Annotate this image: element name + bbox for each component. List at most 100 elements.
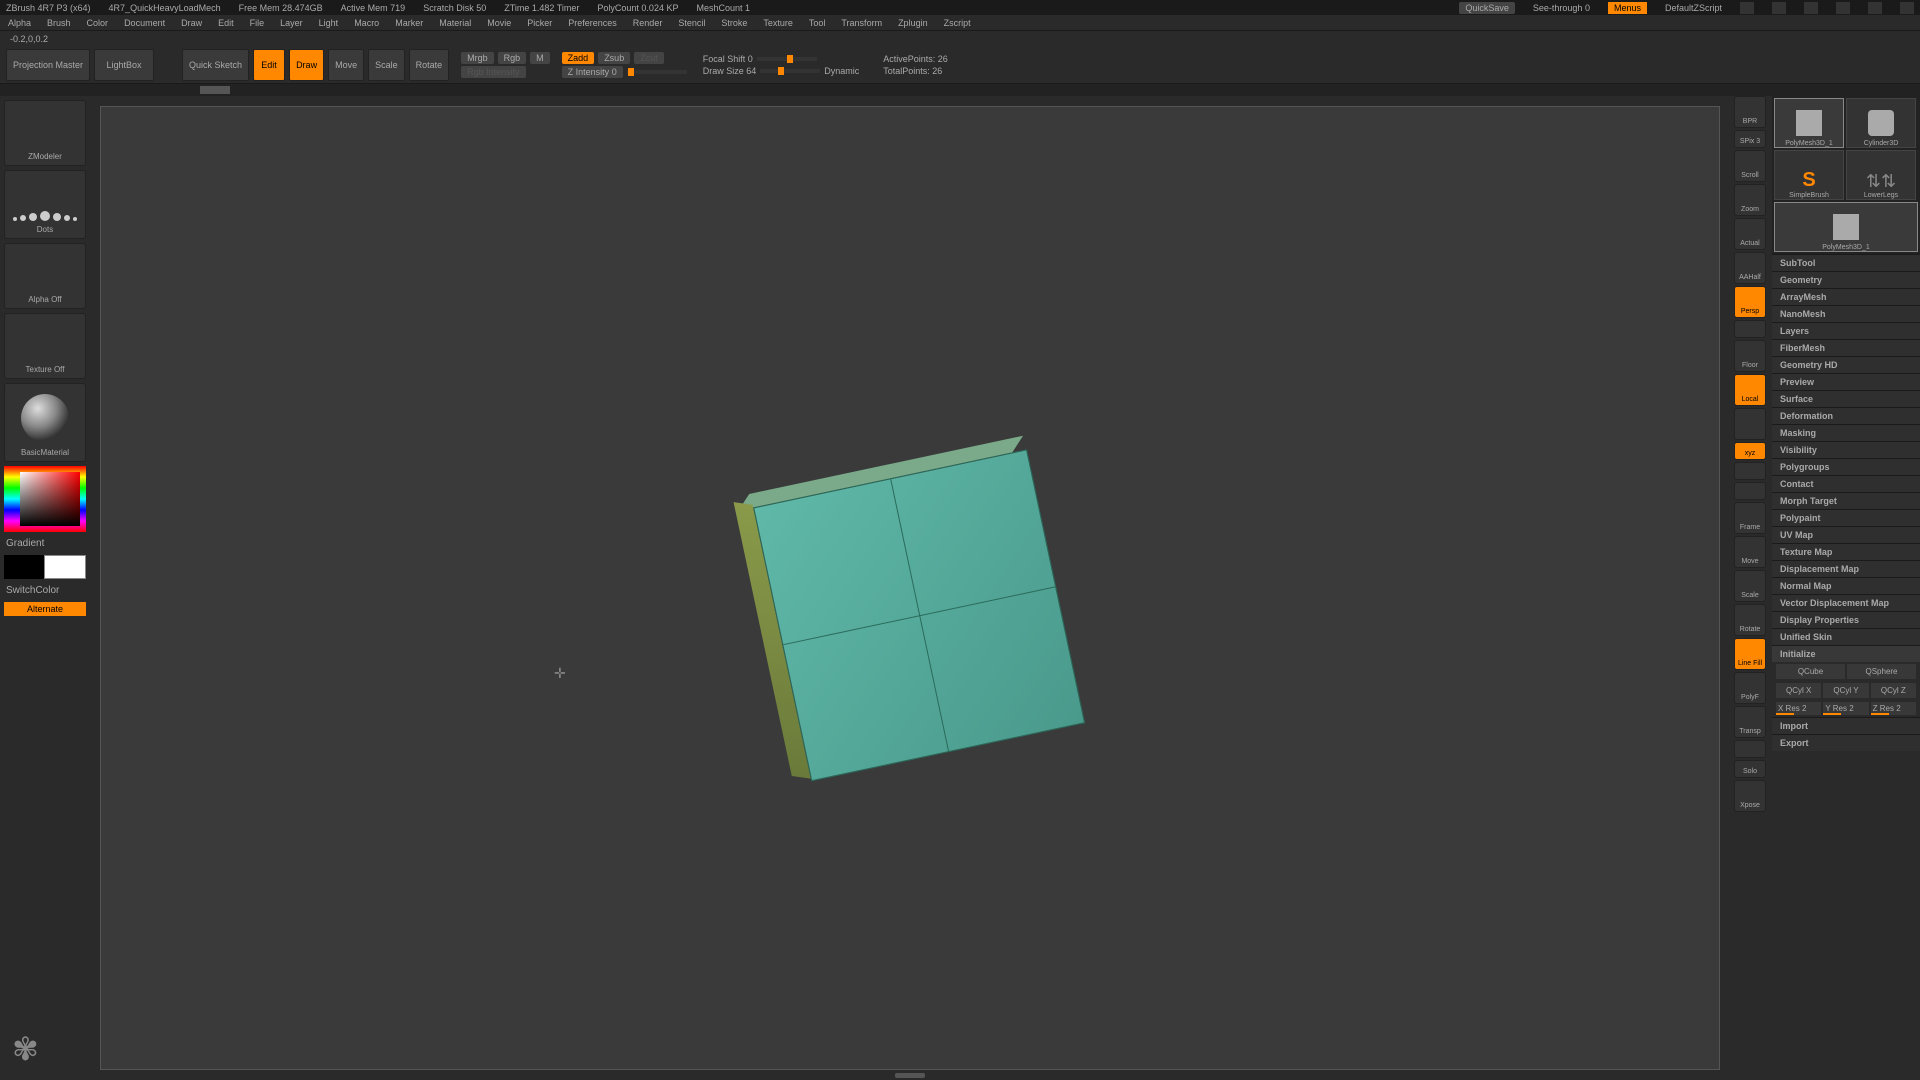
draw-size-track[interactable]	[760, 69, 820, 73]
scroll-button[interactable]: Scroll	[1734, 150, 1766, 182]
menu-document[interactable]: Document	[124, 18, 165, 28]
qcyly-button[interactable]: QCyl Y	[1823, 683, 1868, 698]
seethrough-slider[interactable]: See-through 0	[1533, 3, 1590, 13]
menu-draw[interactable]: Draw	[181, 18, 202, 28]
menu-brush[interactable]: Brush	[47, 18, 71, 28]
xpose-button[interactable]: Xpose	[1734, 780, 1766, 812]
panel-contact[interactable]: Contact	[1772, 475, 1920, 492]
lightbox-button[interactable]: LightBox	[94, 49, 154, 81]
qcube-button[interactable]: QCube	[1776, 664, 1845, 679]
color-picker[interactable]	[4, 466, 86, 532]
rgb-toggle[interactable]: Rgb	[498, 52, 527, 64]
edit-button[interactable]: Edit	[253, 49, 285, 81]
vp-scale-button[interactable]: Scale	[1734, 570, 1766, 602]
xres-slider[interactable]: X Res 2	[1776, 702, 1821, 715]
viewport-canvas[interactable]: ✛	[100, 106, 1720, 1070]
stroke-selector[interactable]: Dots	[4, 170, 86, 239]
qcylx-button[interactable]: QCyl X	[1776, 683, 1821, 698]
tool-thumb[interactable]: ⇅⇅LowerLegs	[1846, 150, 1916, 200]
panel-texturemap[interactable]: Texture Map	[1772, 543, 1920, 560]
menu-file[interactable]: File	[250, 18, 265, 28]
scale-button[interactable]: Scale	[368, 49, 405, 81]
ghost-button[interactable]	[1734, 740, 1766, 758]
panel-subtool[interactable]: SubTool	[1772, 254, 1920, 271]
menu-light[interactable]: Light	[319, 18, 339, 28]
aahalf-button[interactable]: AAHalf	[1734, 252, 1766, 284]
zadd-toggle[interactable]: Zadd	[562, 52, 595, 64]
default-zscript[interactable]: DefaultZScript	[1665, 3, 1722, 13]
panel-morphtarget[interactable]: Morph Target	[1772, 492, 1920, 509]
dynamic-toggle[interactable]: Dynamic	[824, 66, 859, 76]
menu-movie[interactable]: Movie	[487, 18, 511, 28]
rot-button[interactable]	[1734, 408, 1766, 440]
focal-shift-label[interactable]: Focal Shift 0	[703, 54, 753, 64]
menu-tool[interactable]: Tool	[809, 18, 826, 28]
panel-vectordisp[interactable]: Vector Displacement Map	[1772, 594, 1920, 611]
zoom-out-button[interactable]	[1734, 482, 1766, 500]
menu-edit[interactable]: Edit	[218, 18, 234, 28]
menu-material[interactable]: Material	[439, 18, 471, 28]
panel-displacement[interactable]: Displacement Map	[1772, 560, 1920, 577]
draw-button[interactable]: Draw	[289, 49, 324, 81]
quick-sketch-button[interactable]: Quick Sketch	[182, 49, 249, 81]
maximize-icon[interactable]	[1868, 2, 1882, 14]
menu-color[interactable]: Color	[87, 18, 109, 28]
panel-uvmap[interactable]: UV Map	[1772, 526, 1920, 543]
alternate-button[interactable]: Alternate	[4, 602, 86, 616]
tool-thumb[interactable]: PolyMesh3D_1	[1774, 98, 1844, 148]
canvas-grip-icon[interactable]	[895, 1073, 925, 1078]
alpha-selector[interactable]: Alpha Off	[4, 243, 86, 309]
panel-preview[interactable]: Preview	[1772, 373, 1920, 390]
solo-button[interactable]: Solo	[1734, 760, 1766, 778]
brush-selector[interactable]: ZModeler	[4, 100, 86, 166]
panel-masking[interactable]: Masking	[1772, 424, 1920, 441]
projection-master-button[interactable]: Projection Master	[6, 49, 90, 81]
qsphere-button[interactable]: QSphere	[1847, 664, 1916, 679]
menus-button[interactable]: Menus	[1608, 2, 1647, 14]
panel-initialize[interactable]: Initialize	[1772, 645, 1920, 662]
menu-alpha[interactable]: Alpha	[8, 18, 31, 28]
frame-button[interactable]: Frame	[1734, 502, 1766, 534]
history-bar[interactable]	[0, 84, 1920, 96]
z-intensity-track[interactable]	[627, 70, 687, 74]
menu-marker[interactable]: Marker	[395, 18, 423, 28]
move-button[interactable]: Move	[328, 49, 364, 81]
m-toggle[interactable]: M	[530, 52, 550, 64]
window-icon[interactable]	[1804, 2, 1818, 14]
zoom-button[interactable]: Zoom	[1734, 184, 1766, 216]
menu-macro[interactable]: Macro	[354, 18, 379, 28]
panel-visibility[interactable]: Visibility	[1772, 441, 1920, 458]
switch-color-button[interactable]: SwitchColor	[4, 583, 86, 598]
close-icon[interactable]	[1900, 2, 1914, 14]
minimize-icon[interactable]	[1836, 2, 1850, 14]
tool-thumb[interactable]: Cylinder3D	[1846, 98, 1916, 148]
zcut-toggle[interactable]: Zcut	[634, 52, 664, 64]
linefill-button[interactable]: Line Fill	[1734, 638, 1766, 670]
panel-polypaint[interactable]: Polypaint	[1772, 509, 1920, 526]
panel-geometry[interactable]: Geometry	[1772, 271, 1920, 288]
polyf-button[interactable]: PolyF	[1734, 672, 1766, 704]
panel-import[interactable]: Import	[1772, 717, 1920, 734]
panel-unifiedskin[interactable]: Unified Skin	[1772, 628, 1920, 645]
panel-fibermesh[interactable]: FiberMesh	[1772, 339, 1920, 356]
zres-slider[interactable]: Z Res 2	[1871, 702, 1916, 715]
panel-surface[interactable]: Surface	[1772, 390, 1920, 407]
yres-slider[interactable]: Y Res 2	[1823, 702, 1868, 715]
panel-layers[interactable]: Layers	[1772, 322, 1920, 339]
quicksave-button[interactable]: QuickSave	[1459, 2, 1515, 14]
menu-layer[interactable]: Layer	[280, 18, 303, 28]
color-swatches[interactable]	[4, 555, 86, 579]
menu-zscript[interactable]: Zscript	[944, 18, 971, 28]
panel-normalmap[interactable]: Normal Map	[1772, 577, 1920, 594]
window-icon[interactable]	[1772, 2, 1786, 14]
panel-geometryhd[interactable]: Geometry HD	[1772, 356, 1920, 373]
draw-size-label[interactable]: Draw Size 64	[703, 66, 757, 76]
transp-button[interactable]: Transp	[1734, 706, 1766, 738]
xyz-button[interactable]: xyz	[1734, 442, 1766, 460]
persp-button[interactable]: Persp	[1734, 286, 1766, 318]
center-button[interactable]	[1734, 462, 1766, 480]
panel-displayprops[interactable]: Display Properties	[1772, 611, 1920, 628]
menu-stencil[interactable]: Stencil	[678, 18, 705, 28]
gradient-toggle[interactable]: Gradient	[4, 536, 86, 551]
z-intensity-slider[interactable]: Z Intensity 0	[562, 66, 623, 78]
